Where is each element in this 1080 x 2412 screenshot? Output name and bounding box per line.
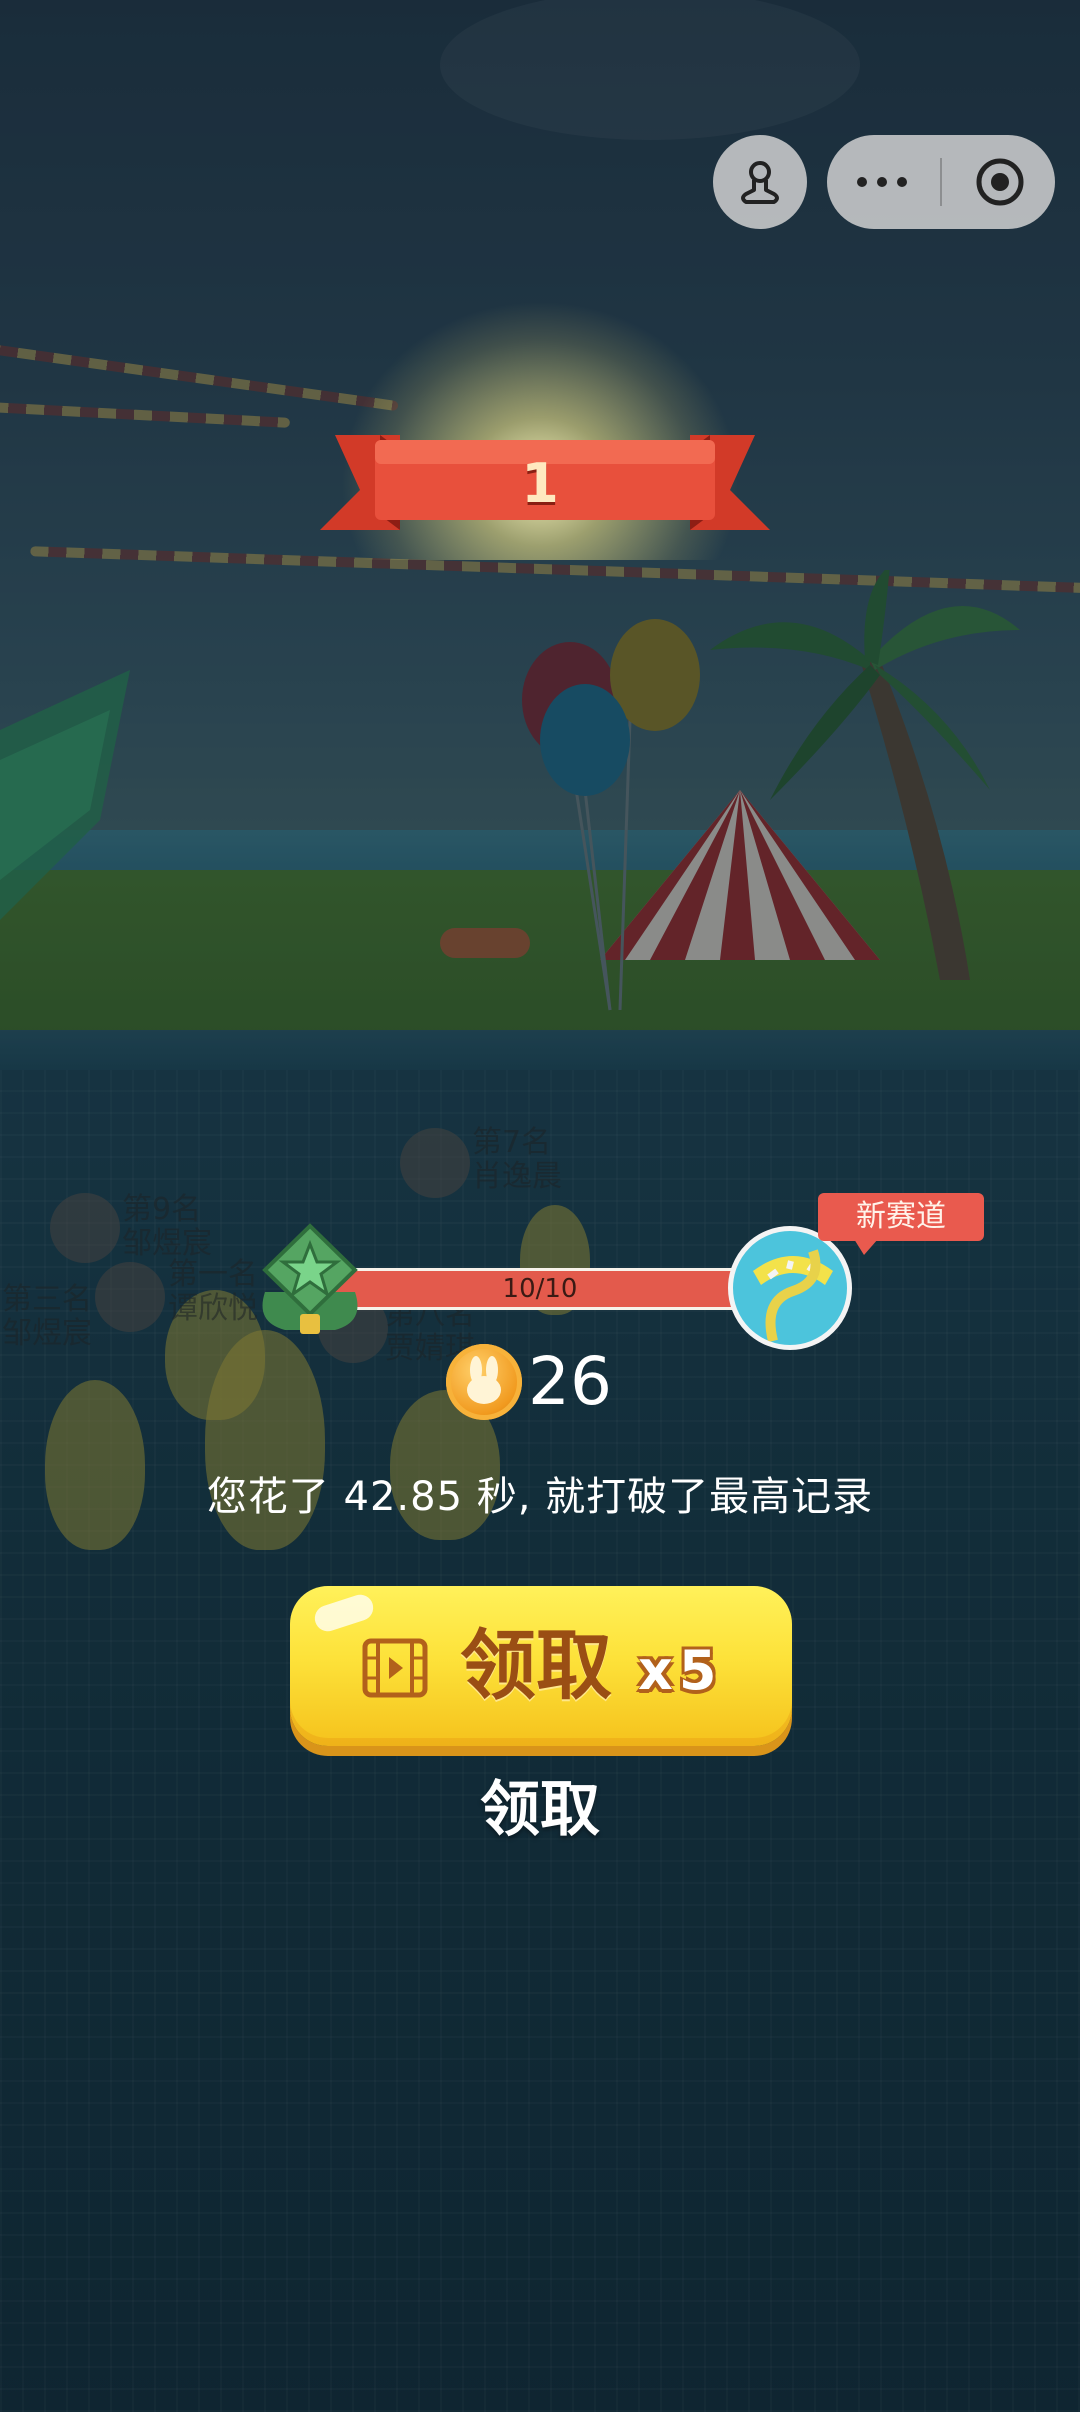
coin-count: 26 bbox=[528, 1343, 612, 1420]
capsule-divider bbox=[940, 158, 942, 206]
rabbit-coin-icon bbox=[446, 1344, 522, 1420]
level-progress-text: 10/10 bbox=[502, 1274, 578, 1304]
rabbit-face-icon bbox=[467, 1356, 501, 1404]
new-track-icon bbox=[728, 1226, 852, 1350]
joystick-icon bbox=[741, 161, 779, 204]
target-close-icon bbox=[976, 158, 1024, 206]
button-shine bbox=[311, 1591, 377, 1635]
water-slide-icon bbox=[753, 1249, 833, 1343]
close-button[interactable] bbox=[945, 135, 1055, 229]
level-star-badge-icon bbox=[262, 1223, 358, 1334]
joystick-button[interactable] bbox=[713, 135, 807, 229]
video-film-icon bbox=[362, 1638, 428, 1698]
more-dots-icon bbox=[857, 177, 907, 187]
new-track-tag: 新赛道 bbox=[818, 1193, 984, 1255]
claim-x5-video-button[interactable]: 领取 x5 bbox=[290, 1586, 792, 1746]
record-message: 您花了 42.85 秒, 就打破了最高记录 bbox=[206, 1474, 874, 1520]
more-button[interactable] bbox=[827, 135, 937, 229]
mini-program-capsule bbox=[827, 135, 1055, 229]
game-screen: 第7名 肖逸晨 第9名 邹煜宸 第三名 邹煜宸 第一名 谭欣悦 第八名 贾婧琪 bbox=[0, 0, 1080, 2412]
claim-multiplier: x5 bbox=[638, 1639, 723, 1702]
claim-button[interactable]: 领取 bbox=[440, 1770, 640, 1850]
level-progress-bar: 10/10 bbox=[330, 1268, 750, 1310]
claim-x5-label: 领取 bbox=[460, 1621, 612, 1710]
rank-number: 1 bbox=[521, 452, 559, 515]
